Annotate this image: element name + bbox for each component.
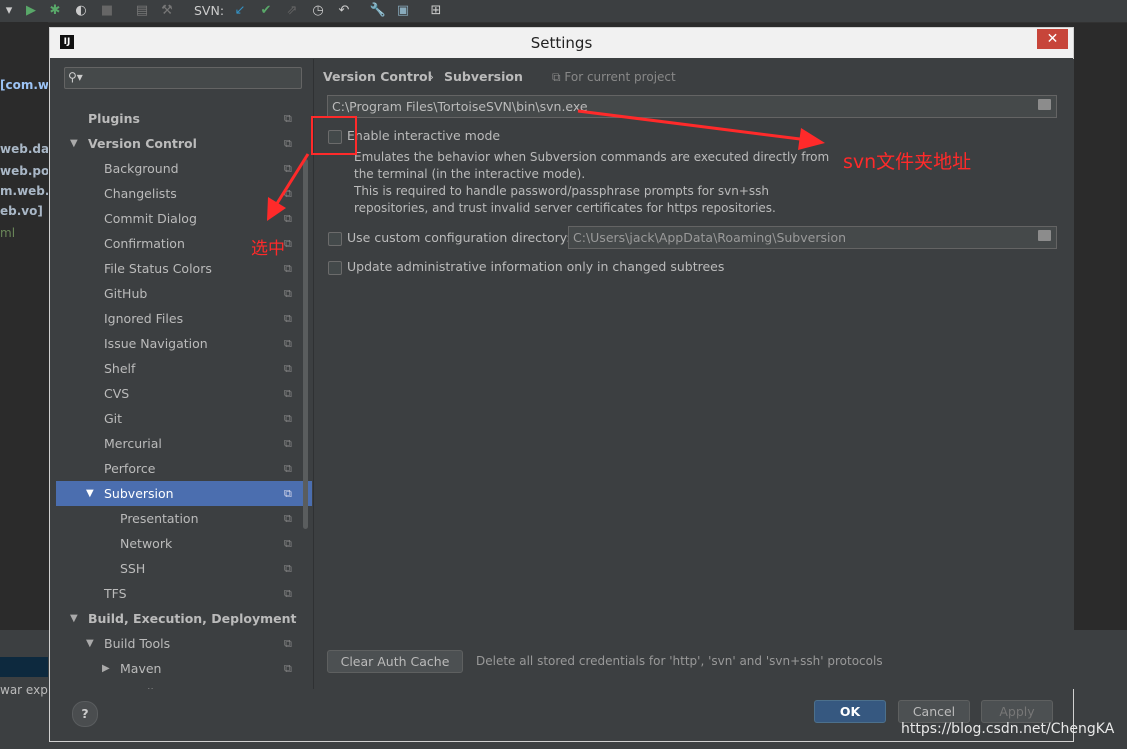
- arrow-to-path-line: [577, 109, 809, 142]
- arrow-head: [798, 128, 825, 150]
- arrow-head: [267, 197, 286, 221]
- watermark: https://blog.csdn.net/ChengKA: [901, 721, 1115, 737]
- svn-folder-annotation: svn文件夹地址: [843, 151, 972, 173]
- select-annotation: 选中: [251, 239, 285, 259]
- arrow-to-checkbox-line: [274, 153, 310, 206]
- annotation-overlay: [267, 109, 825, 221]
- highlight-box: [311, 116, 357, 155]
